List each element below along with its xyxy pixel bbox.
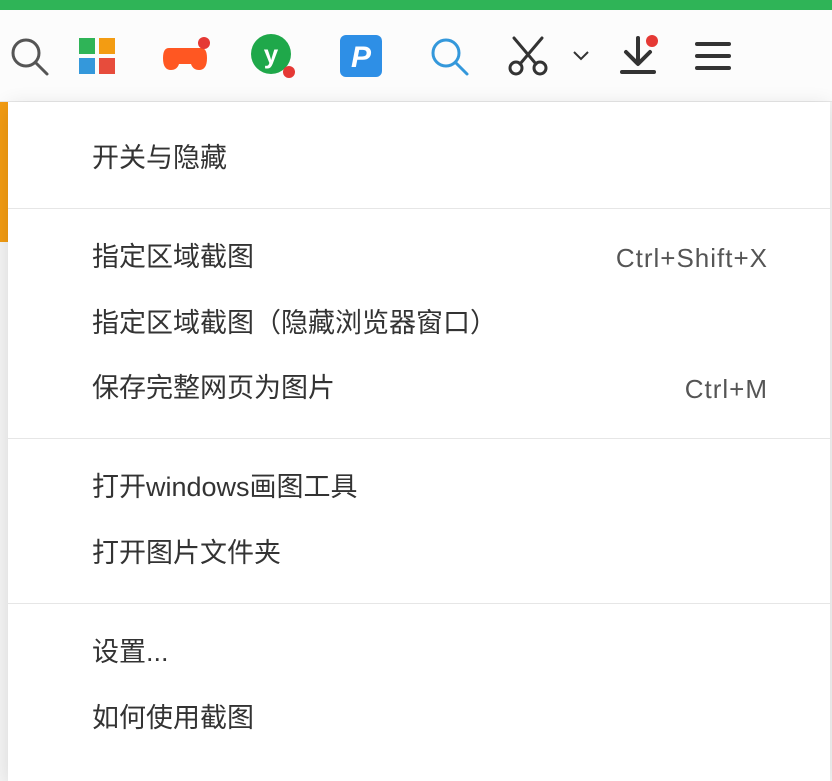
screenshot-dropdown[interactable] xyxy=(563,10,599,102)
toolbar: y P xyxy=(0,10,832,102)
menu-group-1: 开关与隐藏 xyxy=(8,120,830,198)
menu-label: 打开windows画图工具 xyxy=(92,469,358,507)
menu-item-toggle-hide[interactable]: 开关与隐藏 xyxy=(8,126,830,192)
search-icon xyxy=(7,34,51,78)
menu-shortcut: Ctrl+M xyxy=(685,371,768,407)
menu-shortcut: Ctrl+Shift+X xyxy=(616,240,768,276)
menu-item-open-folder[interactable]: 打开图片文件夹 xyxy=(8,521,830,587)
download-button[interactable] xyxy=(599,10,677,102)
search-button[interactable] xyxy=(5,10,53,102)
search-circle-icon xyxy=(427,34,471,78)
window-top-accent xyxy=(0,0,832,10)
menu-button[interactable] xyxy=(677,10,749,102)
menu-item-settings[interactable]: 设置... xyxy=(8,620,830,686)
svg-text:P: P xyxy=(351,41,372,74)
menu-item-open-paint[interactable]: 打开windows画图工具 xyxy=(8,455,830,521)
orange-strip xyxy=(0,102,8,242)
chevron-down-icon xyxy=(572,50,590,62)
menu-divider xyxy=(8,208,830,209)
menu-item-save-full-page[interactable]: 保存完整网页为图片 Ctrl+M xyxy=(8,356,830,422)
screenshot-dropdown-menu: 开关与隐藏 指定区域截图 Ctrl+Shift+X 指定区域截图（隐藏浏览器窗口… xyxy=(8,102,830,781)
menu-divider xyxy=(8,603,830,604)
scissors-icon xyxy=(506,34,550,78)
menu-label: 开关与隐藏 xyxy=(92,140,227,178)
search2-button[interactable] xyxy=(405,10,493,102)
games-button[interactable] xyxy=(141,10,229,102)
hamburger-icon xyxy=(693,39,733,73)
menu-label: 指定区域截图（隐藏浏览器窗口） xyxy=(92,305,497,343)
p-app-button[interactable]: P xyxy=(317,10,405,102)
menu-item-capture-area-hidden[interactable]: 指定区域截图（隐藏浏览器窗口） xyxy=(8,291,830,357)
screenshot-button[interactable] xyxy=(493,10,563,102)
menu-group-2: 指定区域截图 Ctrl+Shift+X 指定区域截图（隐藏浏览器窗口） 保存完整… xyxy=(8,219,830,428)
menu-group-3: 打开windows画图工具 打开图片文件夹 xyxy=(8,449,830,593)
p-tile-icon: P xyxy=(338,33,384,79)
gamepad-icon xyxy=(159,34,211,78)
menu-label: 设置... xyxy=(92,634,169,672)
menu-group-4: 设置... 如何使用截图 xyxy=(8,614,830,758)
svg-text:y: y xyxy=(264,39,279,69)
download-icon xyxy=(614,32,662,80)
menu-label: 保存完整网页为图片 xyxy=(92,370,335,408)
menu-item-howto[interactable]: 如何使用截图 xyxy=(8,686,830,752)
menu-item-capture-area[interactable]: 指定区域截图 Ctrl+Shift+X xyxy=(8,225,830,291)
y-app-button[interactable]: y xyxy=(229,10,317,102)
menu-label: 打开图片文件夹 xyxy=(92,535,281,573)
menu-divider xyxy=(8,438,830,439)
menu-label: 如何使用截图 xyxy=(92,700,254,738)
menu-label: 指定区域截图 xyxy=(92,239,254,277)
windows-tiles-icon xyxy=(75,34,119,78)
apps-button[interactable] xyxy=(53,10,141,102)
y-circle-icon: y xyxy=(249,32,297,80)
